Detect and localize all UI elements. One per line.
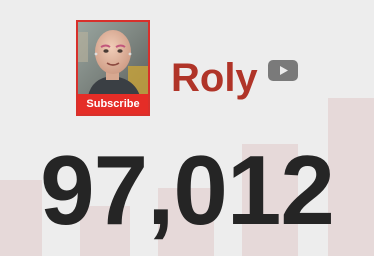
- channel-avatar[interactable]: Subscribe: [76, 20, 150, 116]
- subscriber-count-widget: Subscribe Roly 97,012: [0, 0, 374, 256]
- youtube-icon[interactable]: [268, 60, 298, 81]
- subscribe-button[interactable]: Subscribe: [78, 94, 148, 114]
- avatar-photo: [78, 22, 148, 96]
- channel-name[interactable]: Roly: [171, 52, 258, 104]
- subscriber-count: 97,012: [40, 135, 335, 245]
